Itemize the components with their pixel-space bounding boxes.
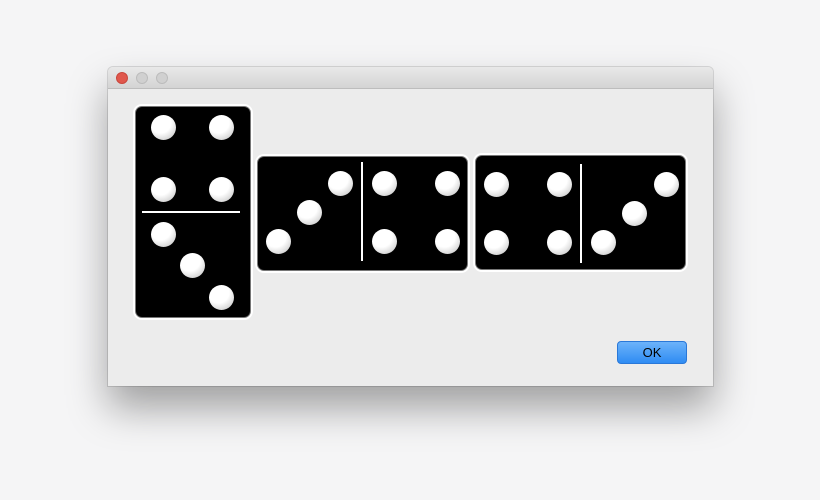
title-bar xyxy=(108,67,713,89)
domino-pip xyxy=(265,228,291,254)
domino-pip xyxy=(546,171,572,197)
domino-pip xyxy=(483,229,509,255)
domino-pip xyxy=(434,228,460,254)
domino-pip xyxy=(179,252,205,278)
domino-pip xyxy=(208,114,234,140)
domino-pip xyxy=(208,176,234,202)
domino-tile-3 xyxy=(475,155,686,270)
domino-pip xyxy=(653,171,679,197)
domino-divider xyxy=(361,162,363,261)
domino-pip xyxy=(371,170,397,196)
domino-pip xyxy=(150,221,176,247)
domino-tile-2 xyxy=(257,156,468,271)
domino-pip xyxy=(371,228,397,254)
ok-button[interactable]: OK xyxy=(617,341,687,364)
dialog-content: OK xyxy=(108,89,713,386)
domino-pip xyxy=(296,199,322,225)
domino-pip xyxy=(621,200,647,226)
domino-pip xyxy=(208,284,234,310)
domino-divider xyxy=(580,164,582,263)
close-window-icon[interactable] xyxy=(116,72,128,84)
dialog-window: OK xyxy=(108,67,713,386)
zoom-window-icon[interactable] xyxy=(156,72,168,84)
domino-pip xyxy=(150,114,176,140)
domino-pip xyxy=(590,229,616,255)
domino-pip xyxy=(150,176,176,202)
domino-divider xyxy=(142,211,240,213)
domino-pip xyxy=(546,229,572,255)
domino-tile-1 xyxy=(135,106,251,318)
domino-pip xyxy=(483,171,509,197)
domino-pip xyxy=(434,170,460,196)
minimize-window-icon[interactable] xyxy=(136,72,148,84)
domino-pip xyxy=(327,170,353,196)
